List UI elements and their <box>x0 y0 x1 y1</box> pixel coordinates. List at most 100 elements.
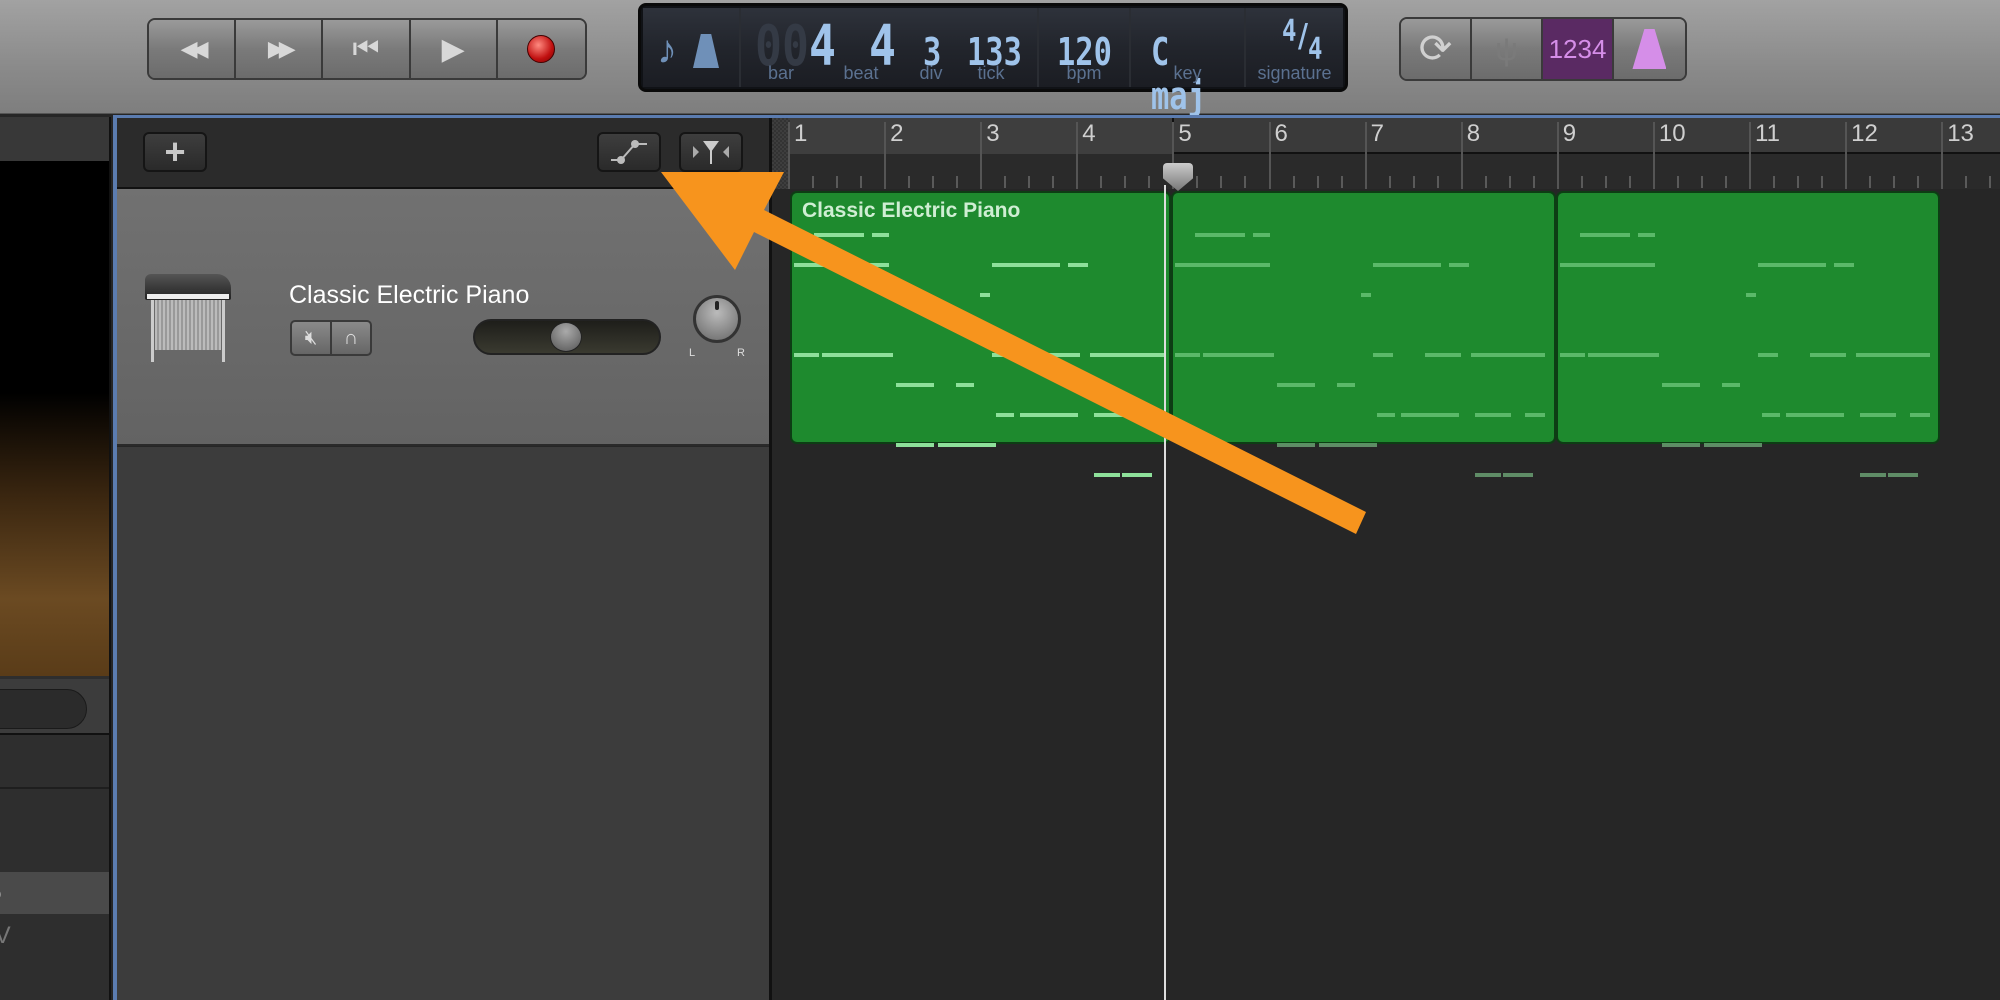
lcd-tempo[interactable]: 120 bpm <box>1039 8 1131 87</box>
midi-region[interactable]: Classic Electric Piano <box>790 191 1171 477</box>
search-input[interactable] <box>0 689 87 729</box>
midi-note <box>1580 233 1630 237</box>
signature-label: signature <box>1257 63 1332 83</box>
tuner-button[interactable]: ψ <box>1472 19 1543 79</box>
midi-note <box>992 263 1060 267</box>
lcd-display[interactable]: ♪ 00 4 4 3 133 bar beat div tick 120 bpm… <box>638 3 1348 118</box>
beat-tick <box>1436 176 1439 188</box>
bar-line <box>884 122 887 189</box>
play-button[interactable]: ▶ <box>410 20 498 78</box>
beat-tick <box>1220 176 1223 188</box>
track-name[interactable]: Classic Electric Piano <box>289 281 529 310</box>
bar-line <box>1749 122 1751 189</box>
beat-tick <box>1292 176 1295 188</box>
beat-tick <box>1797 176 1800 188</box>
track-header[interactable]: Classic Electric Piano 🔇︎ ∩ L R <box>117 189 769 446</box>
signature-top: 4 <box>1282 14 1297 49</box>
midi-note <box>1860 473 1886 477</box>
midi-note <box>1662 443 1700 447</box>
beat-tick <box>1893 176 1896 188</box>
beat-tick <box>1484 176 1487 188</box>
midi-note <box>1856 353 1930 357</box>
midi-note <box>956 383 974 387</box>
bar-number: 12 <box>1851 120 1878 147</box>
ruler[interactable]: 1 2 3 4 5 6 7 8 9 10 11 12 13 <box>772 118 2000 189</box>
midi-note <box>896 383 934 387</box>
beat-tick <box>1100 176 1103 188</box>
beat-tick <box>1965 176 1968 188</box>
record-icon <box>527 35 556 63</box>
mute-button[interactable]: 🔇︎ <box>292 322 332 354</box>
go-to-start-button[interactable]: ⏮ <box>323 20 411 78</box>
midi-note <box>1094 413 1130 417</box>
beat-tick <box>836 176 839 188</box>
play-icon: ▶ <box>441 32 465 66</box>
lcd-key[interactable]: C maj key <box>1131 8 1246 118</box>
midi-note <box>1786 413 1844 417</box>
beat-tick <box>932 176 935 188</box>
beat-tick <box>1148 176 1151 188</box>
midi-note <box>1471 353 1545 357</box>
smart-controls-filter-button[interactable] <box>679 132 743 172</box>
tracks-header-bar: + <box>117 118 769 189</box>
rewind-icon: ◀◀ <box>180 36 209 61</box>
midi-note <box>1253 233 1270 237</box>
bar-number: 13 <box>1947 120 1974 147</box>
add-track-button[interactable]: + <box>143 131 207 172</box>
volume-slider-thumb[interactable] <box>550 322 582 352</box>
bar-line <box>1845 122 1848 189</box>
bar-number: 7 <box>1370 120 1384 147</box>
midi-note <box>1203 353 1274 357</box>
solo-button[interactable]: ∩ <box>332 322 370 354</box>
beat-tick <box>1004 176 1007 188</box>
cycle-button[interactable]: ⟳ <box>1401 19 1472 79</box>
midi-note <box>1373 263 1441 267</box>
library-item-selected[interactable]: o <box>0 872 109 914</box>
midi-note <box>1175 263 1270 267</box>
count-in-button[interactable]: 1234 <box>1543 19 1614 79</box>
metronome-button[interactable] <box>1614 19 1685 79</box>
bar-number: 4 <box>1082 120 1096 147</box>
beat-tick <box>1028 176 1031 188</box>
bar-number: 3 <box>986 120 1000 147</box>
beat-tick <box>1124 176 1127 188</box>
midi-note <box>896 443 934 447</box>
midi-note <box>1834 263 1854 267</box>
beat-tick <box>860 176 863 188</box>
bar-number: 2 <box>890 120 904 147</box>
midi-note <box>1475 413 1511 417</box>
library-item[interactable]: IV <box>0 922 11 950</box>
rewind-button[interactable]: ◀◀ <box>149 20 237 78</box>
signature-slash: / <box>1298 16 1309 57</box>
bar-line <box>1941 122 1944 189</box>
midi-note <box>1361 293 1371 297</box>
beat-tick <box>1340 176 1343 188</box>
lcd-signature[interactable]: 4 / 4 signature <box>1246 8 1343 87</box>
fast-forward-button[interactable]: ▶▶ <box>236 20 324 78</box>
midi-note <box>1758 353 1778 357</box>
bar-line <box>1556 122 1559 189</box>
pan-knob[interactable] <box>693 295 741 343</box>
beat-tick <box>1196 176 1199 188</box>
bar-number: 11 <box>1755 120 1780 147</box>
mode-controls: ⟳ ψ 1234 <box>1399 17 1687 81</box>
beat-tick <box>1580 176 1583 188</box>
midi-note <box>1449 263 1469 267</box>
record-button[interactable] <box>497 20 585 78</box>
fast-forward-icon: ▶▶ <box>267 36 296 61</box>
automation-button[interactable] <box>597 132 661 172</box>
midi-note <box>794 263 889 267</box>
beat-tick <box>1917 176 1920 188</box>
midi-region[interactable] <box>1556 191 1940 477</box>
beat-tick <box>1604 176 1607 188</box>
playhead[interactable] <box>1164 185 1166 1000</box>
volume-slider[interactable] <box>473 319 661 355</box>
filter-icon <box>693 141 729 164</box>
bar-number: 5 <box>1178 120 1192 147</box>
tuning-fork-icon: ψ <box>1495 30 1518 67</box>
midi-note <box>1122 473 1152 477</box>
midi-region[interactable] <box>1171 191 1556 477</box>
beat-tick <box>1388 176 1391 188</box>
lcd-position[interactable]: 00 4 4 3 133 bar beat div tick <box>741 8 1039 87</box>
midi-note <box>872 233 889 237</box>
